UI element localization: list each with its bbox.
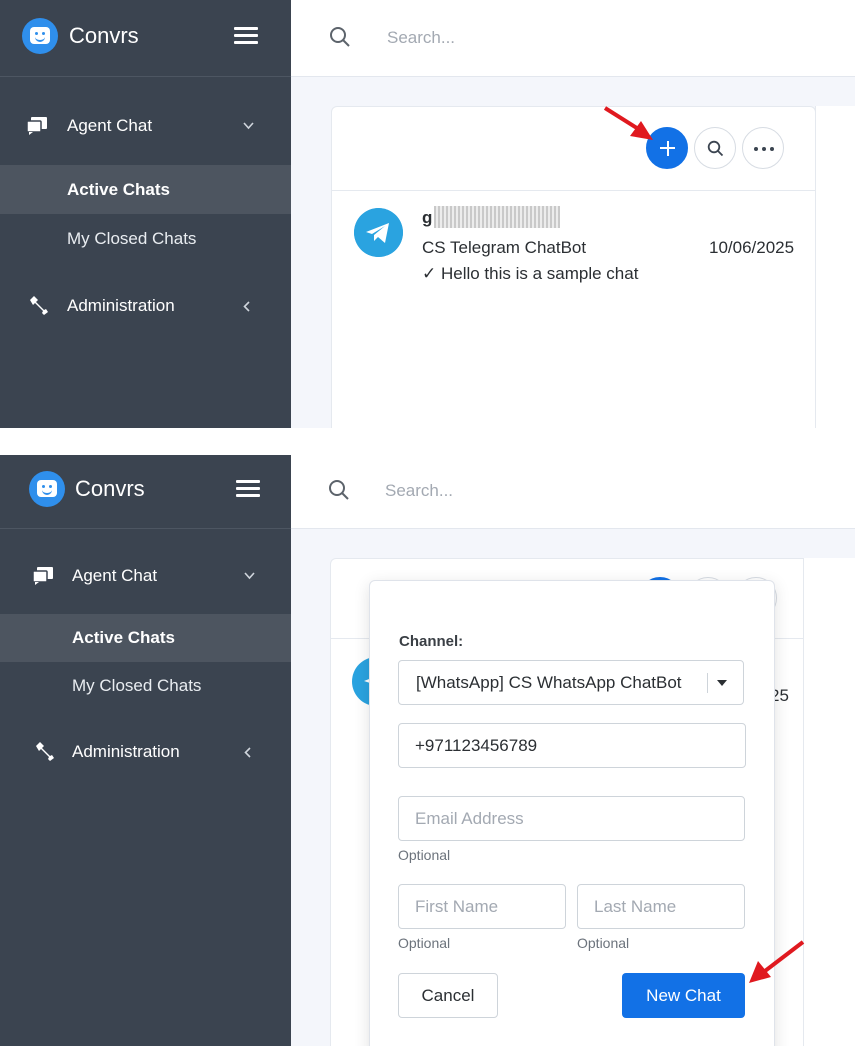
sidebar-item-label: Agent Chat <box>67 116 153 135</box>
brand-header: Convrs <box>0 455 291 529</box>
channel-label: Channel: <box>399 633 464 650</box>
chevron-down-icon <box>243 122 254 130</box>
chevron-left-icon <box>244 747 251 758</box>
sidebar-item-agent-chat[interactable]: Agent Chat <box>0 552 291 600</box>
search-icon <box>707 140 724 157</box>
chat-last-message: ✓ Hello this is a sample chat <box>422 264 639 283</box>
first-name-field[interactable] <box>398 884 566 929</box>
screenshot-panel-top: Convrs Agent Chat Active Chats My Closed… <box>0 0 855 428</box>
brand-header: Convrs <box>0 0 291 77</box>
brand-name: Convrs <box>69 23 139 48</box>
email-optional-hint: Optional <box>398 847 451 863</box>
wrench-icon <box>30 296 48 315</box>
menu-icon[interactable] <box>234 26 258 46</box>
search-icon <box>330 27 350 47</box>
sidebar-item-label: Agent Chat <box>72 566 158 585</box>
chat-list-card: g CS Telegram ChatBot 10/06/2025 ✓ Hello… <box>331 106 816 428</box>
cancel-button[interactable]: Cancel <box>398 973 498 1018</box>
sidebar-item-agent-chat[interactable]: Agent Chat <box>0 102 291 150</box>
screenshot-panel-bottom: Convrs Agent Chat Active Chats My Closed… <box>0 455 855 1046</box>
sidebar-item-administration[interactable]: Administration <box>0 282 291 330</box>
chevron-down-icon <box>244 572 255 580</box>
search-input[interactable] <box>383 475 687 507</box>
sidebar-item-closed-chats[interactable]: My Closed Chats <box>0 214 291 263</box>
wrench-icon <box>36 742 54 761</box>
sidebar-item-active-chats[interactable]: Active Chats <box>0 165 291 214</box>
caret-down-icon <box>717 680 727 686</box>
chat-date: 10/06/2025 <box>709 238 795 257</box>
sidebar: Convrs Agent Chat Active Chats My Closed… <box>0 455 291 1046</box>
sidebar-item-closed-chats[interactable]: My Closed Chats <box>0 662 291 710</box>
chat-contact-name: g <box>422 208 433 227</box>
new-chat-dialog: Channel: [WhatsApp] CS WhatsApp ChatBot … <box>369 580 775 1046</box>
more-options-button[interactable] <box>742 127 784 169</box>
last-name-field[interactable] <box>577 884 745 929</box>
chat-channel-name: CS Telegram ChatBot <box>422 238 587 257</box>
top-bar <box>291 0 855 77</box>
search-chats-button[interactable] <box>694 127 736 169</box>
chat-list-toolbar <box>332 107 815 191</box>
channel-select[interactable]: [WhatsApp] CS WhatsApp ChatBot <box>398 660 744 705</box>
select-divider <box>707 673 708 693</box>
sidebar: Convrs Agent Chat Active Chats My Closed… <box>0 0 291 428</box>
redacted-name-block <box>434 206 560 228</box>
convrs-logo-icon <box>22 18 58 54</box>
email-field[interactable] <box>398 796 745 841</box>
chat-icon <box>32 567 53 585</box>
sidebar-item-administration[interactable]: Administration <box>0 728 291 776</box>
telegram-icon <box>354 208 403 257</box>
sidebar-item-active-chats[interactable]: Active Chats <box>0 614 291 662</box>
chat-detail-pane-edge <box>815 106 855 428</box>
chat-icon <box>26 117 47 135</box>
search-icon <box>329 480 349 500</box>
brand-name: Convrs <box>75 476 145 501</box>
menu-icon[interactable] <box>236 479 260 499</box>
top-bar <box>291 455 855 529</box>
last-name-optional-hint: Optional <box>577 935 630 951</box>
convrs-logo-icon <box>29 471 65 507</box>
first-name-optional-hint: Optional <box>398 935 451 951</box>
phone-field[interactable] <box>398 723 746 768</box>
new-chat-plus-button[interactable] <box>646 127 688 169</box>
chat-list-item[interactable]: g CS Telegram ChatBot 10/06/2025 ✓ Hello… <box>332 191 815 301</box>
new-chat-button[interactable]: New Chat <box>622 973 745 1018</box>
channel-select-value: [WhatsApp] CS WhatsApp ChatBot <box>416 673 682 692</box>
chevron-left-icon <box>243 301 250 312</box>
search-input[interactable] <box>385 22 689 54</box>
chat-detail-pane-edge <box>803 558 855 1046</box>
